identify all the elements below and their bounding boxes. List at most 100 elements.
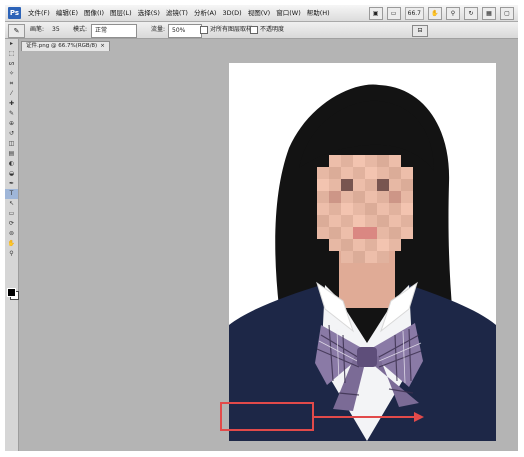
- zoom-level-dropdown[interactable]: 66.7: [404, 6, 424, 20]
- face-mosaic-tile: [377, 227, 389, 239]
- face-mosaic-tile: [389, 167, 401, 179]
- face-mosaic-tile: [329, 167, 341, 179]
- face-mosaic-tile: [317, 215, 329, 227]
- face-mosaic-tile: [365, 215, 377, 227]
- hand-icon[interactable]: ✋: [428, 6, 442, 20]
- rotate-view-icon[interactable]: ↻: [464, 6, 478, 20]
- sample-all-layers[interactable]: 对所有图层取样: [200, 24, 252, 36]
- face-mosaic-tile: [353, 215, 365, 227]
- main-menu: 文件(F) 编辑(E) 图像(I) 图层(L) 选择(S) 滤镜(T) 分析(A…: [25, 5, 333, 21]
- face-mosaic-tile: [365, 227, 377, 239]
- eyedropper-icon[interactable]: ⁄: [5, 89, 18, 99]
- aligned-option[interactable]: 不透明度: [250, 24, 284, 36]
- 3d-orbit-icon[interactable]: ⊚: [5, 229, 18, 239]
- menu-help[interactable]: 帮助(H): [304, 5, 333, 21]
- photoshop-window: Ps 文件(F) 编辑(E) 图像(I) 图层(L) 选择(S) 滤镜(T) 分…: [5, 5, 518, 451]
- face-mosaic-tile: [353, 179, 365, 191]
- face-mosaic-tile: [341, 179, 353, 191]
- face-mosaic-tile: [389, 203, 401, 215]
- blur-icon[interactable]: ◐: [5, 159, 18, 169]
- move-icon[interactable]: ▸: [5, 39, 18, 49]
- document-canvas[interactable]: [229, 63, 496, 441]
- face-mosaic-tile: [341, 155, 353, 167]
- crop-icon[interactable]: ⌗: [5, 79, 18, 89]
- shape-icon[interactable]: ▭: [5, 209, 18, 219]
- aligned-label: 不透明度: [260, 26, 285, 33]
- annotation-box: [220, 402, 314, 431]
- face-mosaic-tile: [401, 203, 413, 215]
- face-mosaic-tile: [329, 203, 341, 215]
- hand-icon[interactable]: ✋: [5, 239, 18, 249]
- screen-mode-icon[interactable]: ▢: [500, 6, 514, 20]
- menu-select[interactable]: 选择(S): [135, 5, 163, 21]
- face-mosaic-tile: [401, 215, 413, 227]
- face-mosaic-tile: [329, 239, 341, 251]
- brush-icon[interactable]: ✎: [5, 109, 18, 119]
- close-icon[interactable]: ×: [100, 43, 105, 49]
- face-mosaic-tile: [353, 227, 365, 239]
- menu-bar: Ps 文件(F) 编辑(E) 图像(I) 图层(L) 选择(S) 滤镜(T) 分…: [5, 5, 518, 22]
- face-mosaic-tile: [389, 215, 401, 227]
- sample-all-checkbox[interactable]: [200, 25, 208, 34]
- face-mosaic-tile: [365, 191, 377, 203]
- face-mosaic-tile: [353, 203, 365, 215]
- menu-view[interactable]: 视图(V): [245, 5, 274, 21]
- mode-select[interactable]: 正常: [91, 24, 137, 38]
- menu-edit[interactable]: 编辑(E): [53, 5, 81, 21]
- tool-preset-picker[interactable]: ✎: [8, 24, 25, 38]
- pixelated-face: [317, 155, 413, 263]
- foreground-color-swatch[interactable]: [7, 288, 16, 297]
- brush-size[interactable]: 35: [52, 24, 60, 36]
- menu-analysis[interactable]: 分析(A): [191, 5, 220, 21]
- face-mosaic-tile: [317, 227, 329, 239]
- face-mosaic-tile: [389, 227, 401, 239]
- marquee-icon[interactable]: ⬚: [5, 49, 18, 59]
- document-tab[interactable]: 证件.png @ 66.7%(RGB/8) ×: [21, 41, 110, 51]
- face-mosaic-tile: [317, 179, 329, 191]
- palette-toggle-icon[interactable]: ⊟: [412, 25, 428, 37]
- photoshop-logo: Ps: [8, 7, 21, 19]
- flow-label: 流量:: [151, 26, 166, 33]
- face-mosaic-tile: [377, 239, 389, 251]
- history-brush-icon[interactable]: ↺: [5, 129, 18, 139]
- sample-all-label: 对所有图层取样: [210, 26, 253, 33]
- type-icon[interactable]: T: [5, 189, 18, 199]
- face-mosaic-tile: [341, 227, 353, 239]
- lasso-icon[interactable]: ᔕ: [5, 59, 18, 69]
- face-mosaic-tile: [329, 191, 341, 203]
- 3d-rotate-icon[interactable]: ⟳: [5, 219, 18, 229]
- zoom-icon[interactable]: ⚲: [446, 6, 460, 20]
- face-mosaic-tile: [377, 155, 389, 167]
- menu-window[interactable]: 窗口(W): [273, 5, 304, 21]
- face-mosaic-tile: [353, 239, 365, 251]
- aligned-checkbox[interactable]: [250, 25, 258, 34]
- face-mosaic-tile: [341, 215, 353, 227]
- path-select-icon[interactable]: ↖: [5, 199, 18, 209]
- magic-wand-icon[interactable]: ✧: [5, 69, 18, 79]
- menu-image[interactable]: 图像(I): [81, 5, 107, 21]
- pen-icon[interactable]: ✒: [5, 179, 18, 189]
- bridge-icon[interactable]: ▣: [368, 6, 383, 20]
- face-mosaic-tile: [401, 179, 413, 191]
- annotation-arrow: [314, 412, 424, 422]
- face-mosaic-tile: [401, 167, 413, 179]
- flow-input[interactable]: 50%: [168, 24, 202, 38]
- menu-3d[interactable]: 3D(D): [219, 5, 244, 21]
- menu-filter[interactable]: 滤镜(T): [163, 5, 191, 21]
- menu-layer[interactable]: 图层(L): [107, 5, 135, 21]
- face-mosaic-tile: [365, 251, 377, 263]
- arrange-documents-icon[interactable]: ▦: [482, 6, 496, 20]
- eraser-icon[interactable]: ◫: [5, 139, 18, 149]
- face-mosaic-tile: [377, 203, 389, 215]
- view-extras-icon[interactable]: ▭: [386, 6, 401, 20]
- gradient-icon[interactable]: ▤: [5, 149, 18, 159]
- face-mosaic-tile: [365, 167, 377, 179]
- stamp-icon[interactable]: ⊕: [5, 119, 18, 129]
- face-mosaic-tile: [329, 155, 341, 167]
- face-mosaic-tile: [365, 155, 377, 167]
- zoom-icon[interactable]: ⚲: [5, 249, 18, 259]
- dodge-icon[interactable]: ◒: [5, 169, 18, 179]
- menu-file[interactable]: 文件(F): [25, 5, 53, 21]
- healing-icon[interactable]: ✚: [5, 99, 18, 109]
- face-mosaic-tile: [353, 191, 365, 203]
